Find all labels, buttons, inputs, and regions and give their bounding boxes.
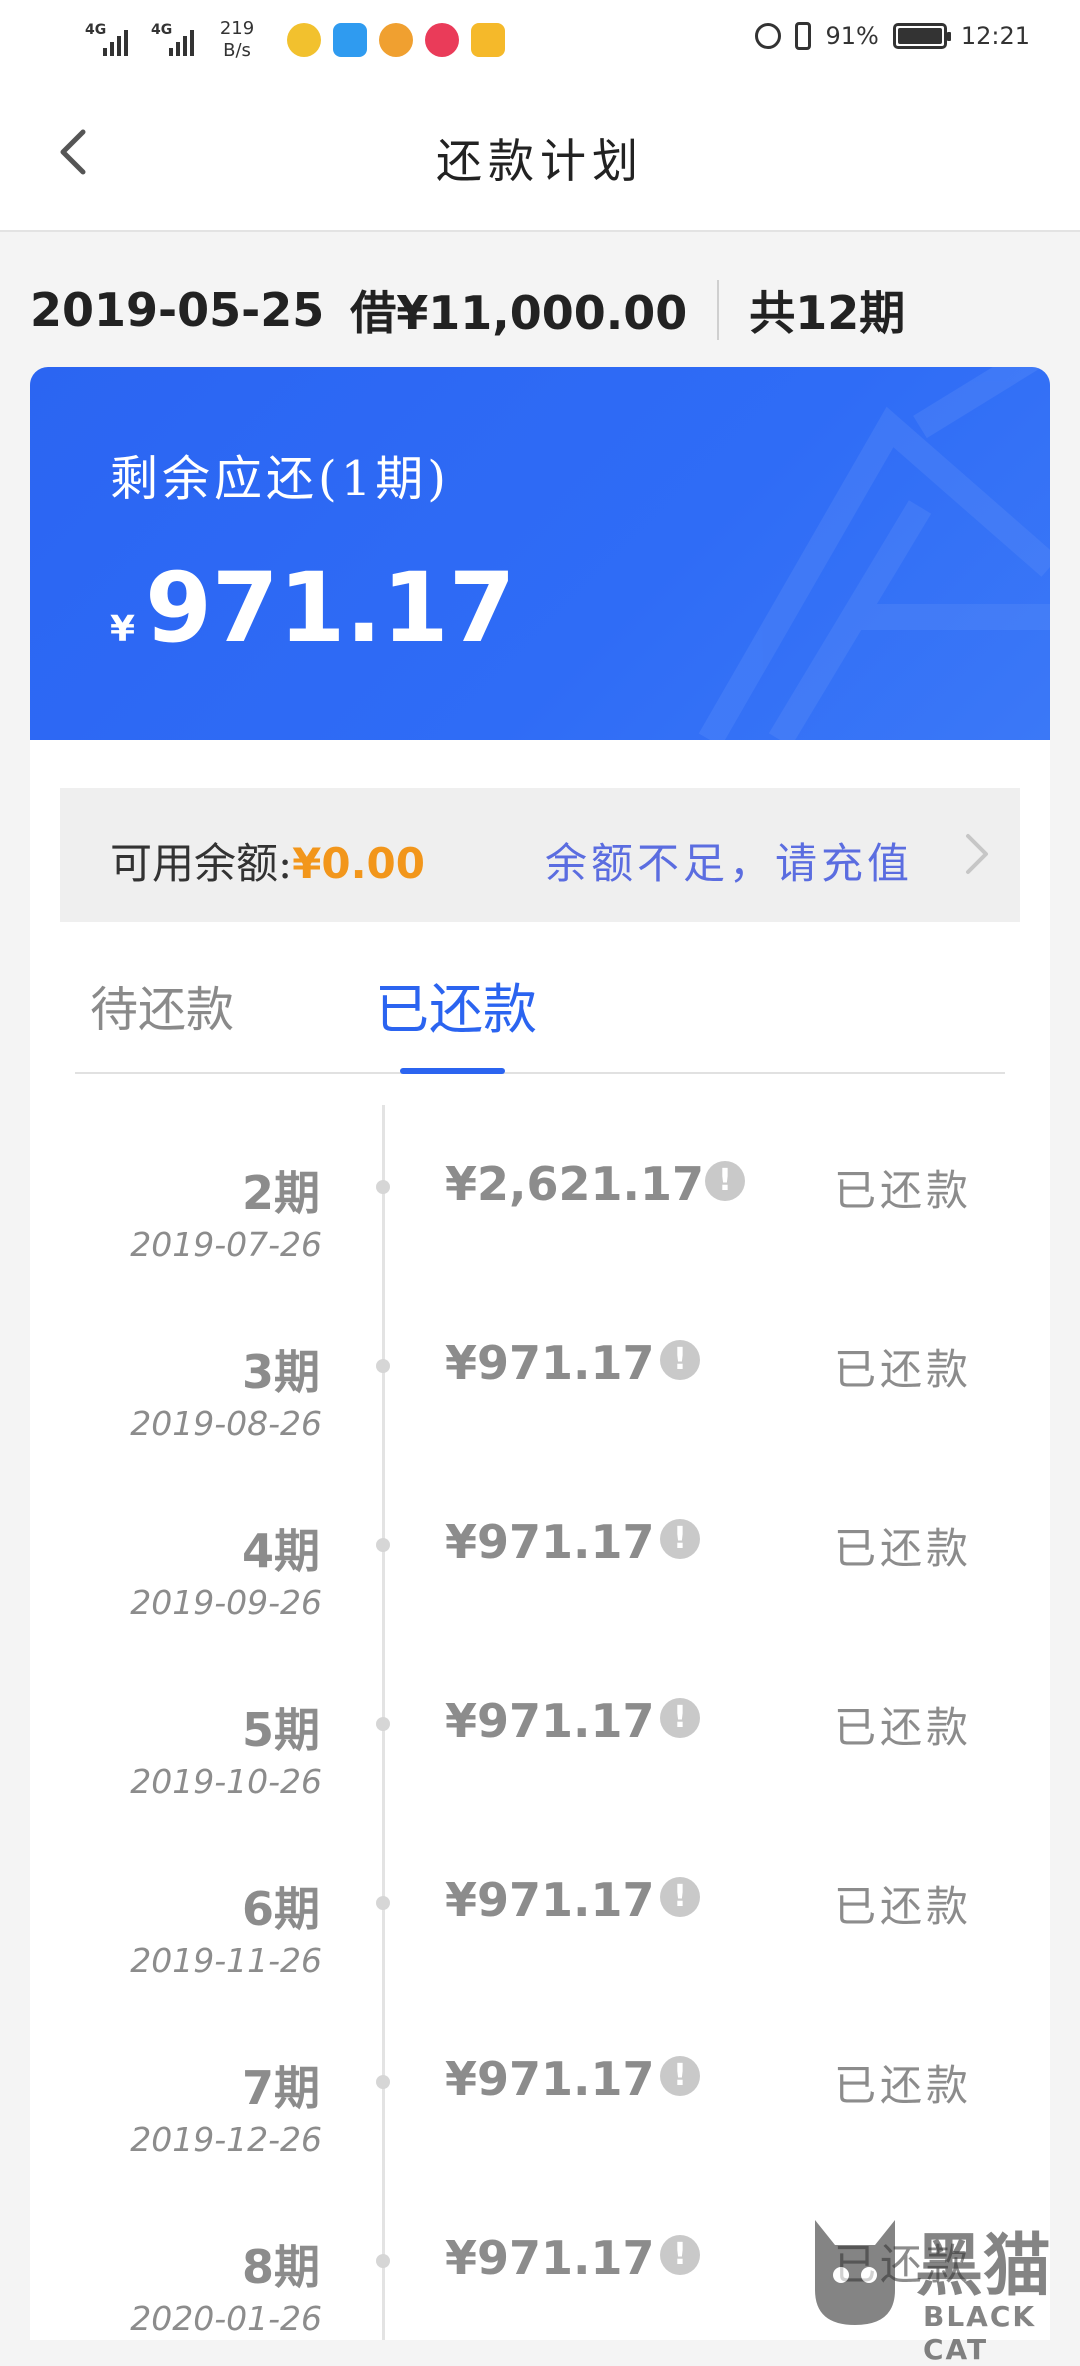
loan-date: 2019-05-25 <box>30 283 325 337</box>
installment-row[interactable]: 7期 2019-12-26 ¥971.17 ! 已还款 <box>0 2000 1080 2179</box>
installment-date: 2019-10-26 <box>130 1762 322 1801</box>
signal-icon: 4G <box>85 22 137 58</box>
installment-date: 2019-11-26 <box>130 1941 322 1980</box>
page-title: 还款计划 <box>436 134 644 188</box>
signal-icon: 4G <box>151 22 203 58</box>
remaining-due-value: 971.17 <box>145 552 516 664</box>
installment-period: 7期 <box>241 2061 320 2115</box>
installment-status: 已还款 <box>833 2061 972 2110</box>
installment-period: 6期 <box>241 1882 320 1936</box>
installment-row[interactable]: 4期 2019-09-26 ¥971.17 ! 已还款 <box>0 1463 1080 1642</box>
timeline-dot <box>376 2254 390 2268</box>
recharge-link[interactable]: 余额不足，请充值 <box>545 830 913 891</box>
balance-row[interactable]: 可用余额:¥0.00 余额不足，请充值 <box>60 788 1020 922</box>
installment-date: 2019-08-26 <box>130 1404 322 1443</box>
installment-date: 2020-01-26 <box>130 2299 322 2338</box>
status-bar: 4G 4G 219 B/s 91% 12:21 <box>0 0 1080 80</box>
installment-amount: ¥2,621.17 <box>445 1157 704 1211</box>
installment-row[interactable]: 5期 2019-10-26 ¥971.17 ! 已还款 <box>0 1642 1080 1821</box>
installment-status: 已还款 <box>833 1882 972 1931</box>
status-left: 4G 4G 219 B/s <box>85 18 505 62</box>
installment-amount: ¥971.17 <box>445 1694 655 1748</box>
remaining-due-card: 剩余应还(1期) ¥ 971.17 <box>30 367 1050 740</box>
network-speed: 219 B/s <box>219 18 255 61</box>
installment-status: 已还款 <box>833 1166 972 1215</box>
black-cat-logo-icon <box>815 2220 895 2325</box>
timeline-dot <box>376 1717 390 1731</box>
navigation-bar: 还款计划 <box>0 80 1080 232</box>
installment-date: 2019-09-26 <box>130 1583 322 1622</box>
info-icon[interactable]: ! <box>705 1161 745 1201</box>
app-notification-icon <box>287 23 321 57</box>
balance-value: ¥0.00 <box>292 839 426 888</box>
clock: 12:21 <box>960 22 1030 50</box>
installment-period: 4期 <box>241 1524 320 1578</box>
installment-period: 3期 <box>241 1345 320 1399</box>
timeline-dot <box>376 1180 390 1194</box>
installment-amount: ¥971.17 <box>445 1336 655 1390</box>
app-notification-icon <box>425 23 459 57</box>
installment-row[interactable]: 2期 2019-07-26 ¥2,621.17 ! 已还款 <box>0 1105 1080 1284</box>
weibo-notification-icon <box>471 23 505 57</box>
info-icon[interactable]: ! <box>660 1340 700 1380</box>
info-icon[interactable]: ! <box>660 1698 700 1738</box>
installment-amount: ¥971.17 <box>445 2052 655 2106</box>
installment-amount: ¥971.17 <box>445 1515 655 1569</box>
vibrate-icon <box>795 22 812 50</box>
balance-label: 可用余额:¥0.00 <box>110 839 426 888</box>
app-notification-icon <box>379 23 413 57</box>
notification-icons <box>287 23 505 57</box>
installment-period: 8期 <box>241 2240 320 2294</box>
active-tab-indicator <box>400 1068 505 1074</box>
installment-status: 已还款 <box>833 1703 972 1752</box>
battery-percent: 91% <box>825 22 879 50</box>
timeline-dot <box>376 1538 390 1552</box>
app-notification-icon <box>333 23 367 57</box>
loan-terms: 共12期 <box>749 286 906 340</box>
installment-period: 5期 <box>241 1703 320 1757</box>
summary-divider <box>717 280 720 340</box>
installment-date: 2019-12-26 <box>130 2120 322 2159</box>
info-icon[interactable]: ! <box>660 2235 700 2275</box>
remaining-due-label: 剩余应还(1期) <box>110 451 450 507</box>
installment-date: 2019-07-26 <box>130 1225 322 1264</box>
tab-pending[interactable]: 待还款 <box>90 970 234 1040</box>
installment-amount: ¥971.17 <box>445 1873 655 1927</box>
installment-amount: ¥971.17 <box>445 2231 655 2285</box>
installment-status: 已还款 <box>833 1345 972 1394</box>
installment-row[interactable]: 3期 2019-08-26 ¥971.17 ! 已还款 <box>0 1284 1080 1463</box>
watermark: 黑猫 BLACK CAT <box>805 2210 1080 2366</box>
repayment-tabs: 待还款 已还款 <box>75 960 1005 1074</box>
info-icon[interactable]: ! <box>660 1519 700 1559</box>
status-right: 91% 12:21 <box>755 22 1030 50</box>
watermark-text-en: BLACK CAT <box>923 2300 1037 2366</box>
installment-status: 已还款 <box>833 1524 972 1573</box>
timeline-dot <box>376 2075 390 2089</box>
alarm-icon <box>755 23 782 49</box>
currency-symbol: ¥ <box>110 609 136 650</box>
timeline-dot <box>376 1896 390 1910</box>
remaining-due-amount: ¥ 971.17 <box>110 552 516 664</box>
info-icon[interactable]: ! <box>660 2056 700 2096</box>
loan-summary: 2019-05-25 借¥11,000.00 共12期 <box>30 275 905 345</box>
loan-amount: 借¥11,000.00 <box>350 286 688 340</box>
installment-row[interactable]: 6期 2019-11-26 ¥971.17 ! 已还款 <box>0 1821 1080 2000</box>
installment-period: 2期 <box>241 1166 320 1220</box>
timeline-dot <box>376 1359 390 1373</box>
watermark-text-cn: 黑猫 <box>915 2227 1052 2306</box>
tab-paid[interactable]: 已还款 <box>375 965 537 1044</box>
chevron-right-icon <box>966 834 988 874</box>
info-icon[interactable]: ! <box>660 1877 700 1917</box>
battery-icon <box>892 23 951 49</box>
card-decoration <box>698 367 1050 740</box>
